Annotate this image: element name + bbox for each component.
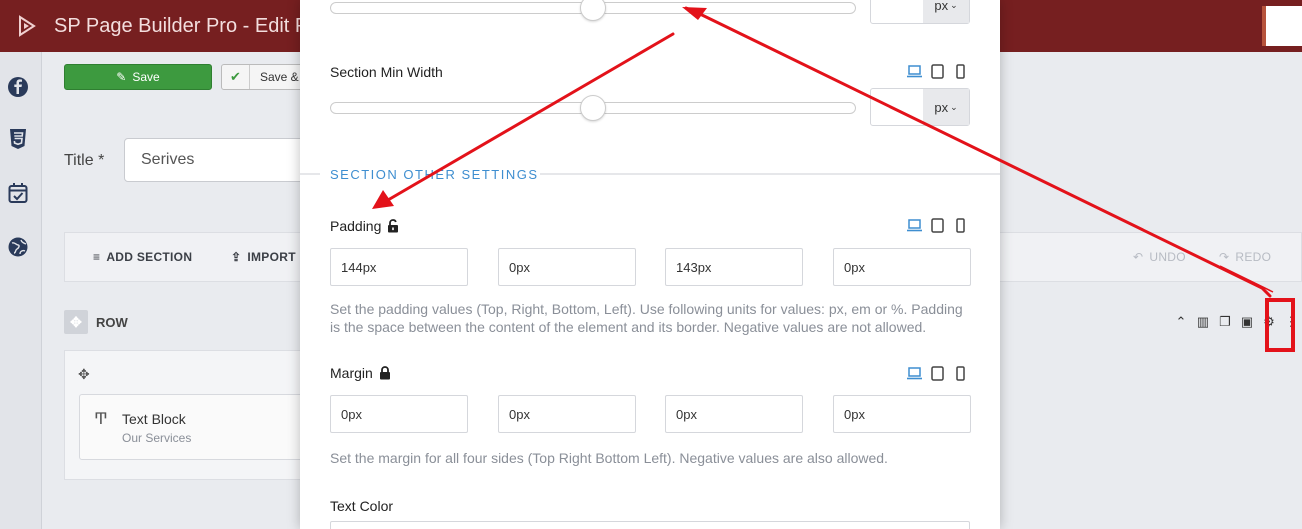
mobile-icon[interactable]	[953, 218, 968, 233]
margin-bottom-input[interactable]: 0px	[665, 395, 803, 433]
padding-device-switch	[907, 218, 968, 233]
import-label: IMPORT	[247, 250, 296, 264]
redo-button[interactable]: ↷ REDO	[1219, 250, 1271, 264]
title-label: Title *	[64, 152, 105, 169]
css3-icon[interactable]	[7, 128, 29, 150]
padding-help-text: Set the padding values (Top, Right, Bott…	[330, 301, 963, 335]
undo-label: UNDO	[1149, 250, 1186, 264]
padding-top-input[interactable]: 144px	[330, 248, 468, 286]
desktop-icon[interactable]	[907, 366, 922, 381]
min-width-slider-knob[interactable]	[580, 95, 606, 121]
add-section-button[interactable]: ≡ ADD SECTION	[93, 250, 192, 264]
tablet-icon[interactable]	[930, 64, 945, 79]
save-row-icon[interactable]: ▣	[1240, 314, 1254, 330]
save-label: Save	[132, 70, 160, 84]
min-width-label: Section Min Width	[330, 64, 443, 80]
mobile-icon[interactable]	[953, 64, 968, 79]
text-color-label: Text Color	[330, 498, 394, 514]
addon-text-block[interactable]: Ͳ Text Block Our Services	[79, 394, 319, 460]
padding-left-input[interactable]: 0px	[833, 248, 971, 286]
addon-title: Text Block	[122, 411, 186, 427]
save-button[interactable]: ✎ Save	[64, 64, 212, 90]
save-icon: ✎	[116, 70, 127, 84]
mobile-icon[interactable]	[953, 366, 968, 381]
divider-left	[300, 173, 320, 175]
redo-icon: ↷	[1219, 250, 1230, 264]
undo-icon: ↶	[1133, 250, 1144, 264]
globe-icon[interactable]	[7, 236, 29, 258]
unlock-icon[interactable]	[387, 219, 399, 233]
duplicate-icon[interactable]: ❐	[1218, 314, 1232, 330]
avatar[interactable]	[1262, 6, 1302, 46]
column-move-icon[interactable]: ✥	[78, 366, 90, 383]
slider-knob[interactable]	[580, 0, 606, 21]
tablet-icon[interactable]	[930, 218, 945, 233]
padding-label: Padding	[330, 218, 399, 234]
margin-left-input[interactable]: 0px	[833, 395, 971, 433]
text-color-picker[interactable]	[330, 521, 970, 529]
margin-label: Margin	[330, 365, 391, 381]
divider-right	[540, 173, 1000, 175]
desktop-icon[interactable]	[907, 64, 922, 79]
margin-help-text: Set the margin for all four sides (Top R…	[330, 450, 888, 466]
tablet-icon[interactable]	[930, 366, 945, 381]
desktop-icon[interactable]	[907, 218, 922, 233]
title-input[interactable]: Serives	[124, 138, 324, 182]
section-settings-modal: px ⌄ Section Min Width px ⌄ SECTION OTHER …	[300, 0, 1000, 529]
save-close-label: Save &	[260, 70, 299, 84]
upload-icon: ⇪	[231, 250, 242, 264]
section-other-settings-heading: SECTION OTHER SETTINGS	[330, 167, 539, 182]
lock-icon[interactable]	[379, 366, 391, 380]
redo-label: REDO	[1235, 250, 1272, 264]
addon-subtitle: Our Services	[122, 431, 192, 445]
undo-button[interactable]: ↶ UNDO	[1133, 250, 1186, 264]
min-width-device-switch	[907, 64, 968, 79]
app-title: SP Page Builder Pro - Edit P	[54, 15, 309, 37]
facebook-icon[interactable]	[7, 76, 29, 98]
padding-bottom-input[interactable]: 143px	[665, 248, 803, 286]
margin-right-input[interactable]: 0px	[498, 395, 636, 433]
margin-device-switch	[907, 366, 968, 381]
top-value-box[interactable]: px ⌄	[870, 0, 970, 24]
calendar-check-icon[interactable]	[7, 182, 29, 204]
row-label: ROW	[96, 314, 128, 330]
annotation-highlight-box	[1265, 298, 1295, 352]
min-width-value-box[interactable]: px ⌄	[870, 88, 970, 126]
left-rail	[0, 52, 42, 529]
row-drag-handle-icon[interactable]: ✥	[64, 310, 88, 334]
min-width-unit-select[interactable]: px ⌄	[923, 89, 969, 125]
row-header: ✥ ROW	[64, 310, 128, 334]
margin-top-input[interactable]: 0px	[330, 395, 468, 433]
import-button[interactable]: ⇪ IMPORT	[231, 250, 296, 264]
padding-right-input[interactable]: 0px	[498, 248, 636, 286]
check-icon: ✔	[222, 65, 250, 89]
sp-logo-icon	[19, 15, 36, 37]
columns-icon[interactable]: ▥	[1196, 314, 1210, 330]
text-block-icon: Ͳ	[94, 411, 108, 428]
collapse-icon[interactable]: ⌃	[1174, 314, 1188, 330]
top-unit-select[interactable]: px ⌄	[923, 0, 969, 23]
add-section-icon: ≡	[93, 250, 101, 264]
add-section-label: ADD SECTION	[106, 250, 193, 264]
